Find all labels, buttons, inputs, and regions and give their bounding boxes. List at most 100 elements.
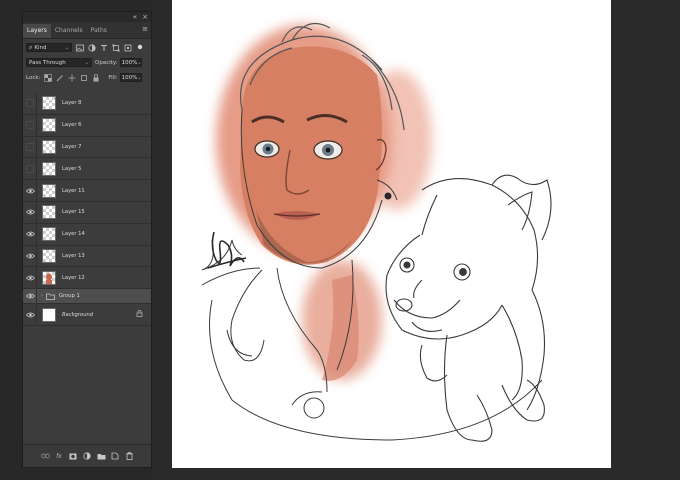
eye-icon xyxy=(25,312,35,317)
layer-row[interactable]: Layer 7 xyxy=(23,136,151,159)
adjustment-filter-icon[interactable] xyxy=(87,43,96,52)
add-mask-icon[interactable] xyxy=(69,452,78,461)
layer-row[interactable]: Background xyxy=(23,304,151,326)
collapse-icon[interactable]: « xyxy=(133,12,137,22)
layer-thumbnail xyxy=(42,161,56,176)
chevron-down-icon: ⌄ xyxy=(137,59,142,66)
layer-thumbnail xyxy=(42,205,56,220)
divider xyxy=(36,136,37,158)
layer-name[interactable]: Layer 15 xyxy=(62,209,85,215)
divider xyxy=(36,201,37,223)
fx-icon[interactable]: fx xyxy=(55,452,64,461)
visibility-toggle[interactable] xyxy=(24,142,36,151)
artwork-canvas[interactable] xyxy=(172,0,611,468)
layer-thumbnail xyxy=(42,227,56,242)
divider xyxy=(36,289,37,304)
layer-row[interactable]: Layer 14 xyxy=(23,223,151,246)
close-icon[interactable]: × xyxy=(142,12,148,22)
layer-row[interactable]: Layer 12 xyxy=(23,267,151,290)
visibility-toggle[interactable] xyxy=(24,188,36,194)
lock-position-icon[interactable] xyxy=(67,73,76,82)
panel-menu-icon[interactable]: ≡ xyxy=(142,25,148,33)
chevron-down-icon: ⌄ xyxy=(84,59,89,66)
link-layers-icon[interactable] xyxy=(40,452,50,461)
layer-name[interactable]: Layer 12 xyxy=(62,275,85,281)
shape-filter-icon[interactable] xyxy=(111,43,120,52)
tab-channels[interactable]: Channels xyxy=(51,24,87,38)
lock-artboard-icon[interactable] xyxy=(79,73,88,82)
chevron-down-icon: ⌄ xyxy=(137,74,142,81)
figure-thumbnail-icon xyxy=(46,273,52,284)
search-icon: ⌕ xyxy=(29,43,33,51)
divider xyxy=(36,223,37,245)
visibility-toggle[interactable] xyxy=(24,209,36,215)
lock-row: Lock: Fill: 100% ⌄ xyxy=(23,71,151,84)
panel-bottom-toolbar: fx xyxy=(23,444,151,467)
layer-name[interactable]: Layer 6 xyxy=(62,122,81,128)
lock-label: Lock: xyxy=(26,74,41,81)
opacity-label: Opacity: xyxy=(95,59,118,66)
visibility-toggle[interactable] xyxy=(24,293,36,299)
eye-icon xyxy=(25,293,35,299)
type-filter-icon[interactable] xyxy=(99,43,108,52)
new-group-icon[interactable] xyxy=(97,452,106,461)
blend-mode-select[interactable]: Pass Through ⌄ xyxy=(26,58,92,67)
visibility-toggle[interactable] xyxy=(24,231,36,237)
group-row[interactable]: › Group 1 xyxy=(23,289,151,305)
divider xyxy=(36,245,37,267)
layer-name[interactable]: Background xyxy=(62,312,93,318)
chevron-down-icon: ⌄ xyxy=(64,44,69,51)
visibility-toggle[interactable] xyxy=(24,275,36,281)
smart-object-filter-icon[interactable] xyxy=(123,43,132,52)
tab-paths[interactable]: Paths xyxy=(87,24,111,38)
photoshop-workspace: « × Layers Channels Paths ≡ ⌕ Kind ⌄ Pas… xyxy=(0,0,680,480)
layer-thumbnail xyxy=(42,118,56,133)
visibility-toggle[interactable] xyxy=(24,164,36,173)
layer-row[interactable]: Layer 6 xyxy=(23,114,151,137)
layer-thumbnail xyxy=(42,270,56,285)
layer-name[interactable]: Layer 11 xyxy=(62,188,85,194)
eye-icon xyxy=(25,253,35,259)
visibility-toggle[interactable] xyxy=(24,121,36,130)
lock-pixels-icon[interactable] xyxy=(55,73,64,82)
lock-icon[interactable] xyxy=(136,310,143,319)
delete-layer-icon[interactable] xyxy=(125,452,134,461)
lock-transparency-icon[interactable] xyxy=(43,73,52,82)
layer-name[interactable]: Layer 5 xyxy=(62,166,81,172)
filter-toggle-icon[interactable] xyxy=(135,43,144,52)
layer-thumbnail xyxy=(42,183,56,198)
folder-icon xyxy=(46,293,55,300)
layer-row[interactable]: Layer 5 xyxy=(23,158,151,181)
layer-name[interactable]: Layer 8 xyxy=(62,100,81,106)
fill-field[interactable]: 100% ⌄ xyxy=(119,73,142,82)
visibility-toggle[interactable] xyxy=(24,253,36,259)
adjustment-layer-icon[interactable] xyxy=(83,452,92,461)
opacity-field[interactable]: 100% ⌄ xyxy=(119,58,142,67)
layer-row[interactable]: Layer 15 xyxy=(23,201,151,224)
layer-list: Layer 8 Layer 6 Layer 7 Layer 5 Layer 11… xyxy=(23,93,151,326)
divider xyxy=(36,304,37,325)
layer-name[interactable]: Layer 14 xyxy=(62,231,85,237)
visibility-toggle[interactable] xyxy=(24,312,36,318)
divider xyxy=(36,114,37,136)
image-filter-icon[interactable] xyxy=(75,43,84,52)
layer-row[interactable]: Layer 13 xyxy=(23,245,151,268)
layer-thumbnail xyxy=(42,307,56,322)
layer-name[interactable]: Layer 13 xyxy=(62,253,85,259)
visibility-toggle[interactable] xyxy=(24,99,36,108)
tab-layers[interactable]: Layers xyxy=(23,24,51,38)
layer-name[interactable]: Group 1 xyxy=(59,293,80,299)
layer-row[interactable]: Layer 8 xyxy=(23,93,151,115)
lock-all-icon[interactable] xyxy=(91,73,100,82)
visibility-off-box xyxy=(26,99,34,108)
divider xyxy=(36,158,37,180)
chevron-right-icon[interactable]: › xyxy=(41,293,43,299)
kind-filter-select[interactable]: ⌕ Kind ⌄ xyxy=(26,43,72,52)
visibility-off-box xyxy=(26,121,34,130)
visibility-off-box xyxy=(26,164,34,173)
new-layer-icon[interactable] xyxy=(111,452,120,461)
layer-row[interactable]: Layer 11 xyxy=(23,180,151,202)
layers-panel: « × Layers Channels Paths ≡ ⌕ Kind ⌄ Pas… xyxy=(22,11,152,468)
layer-name[interactable]: Layer 7 xyxy=(62,144,81,150)
kind-filter-label: Kind xyxy=(34,44,47,51)
